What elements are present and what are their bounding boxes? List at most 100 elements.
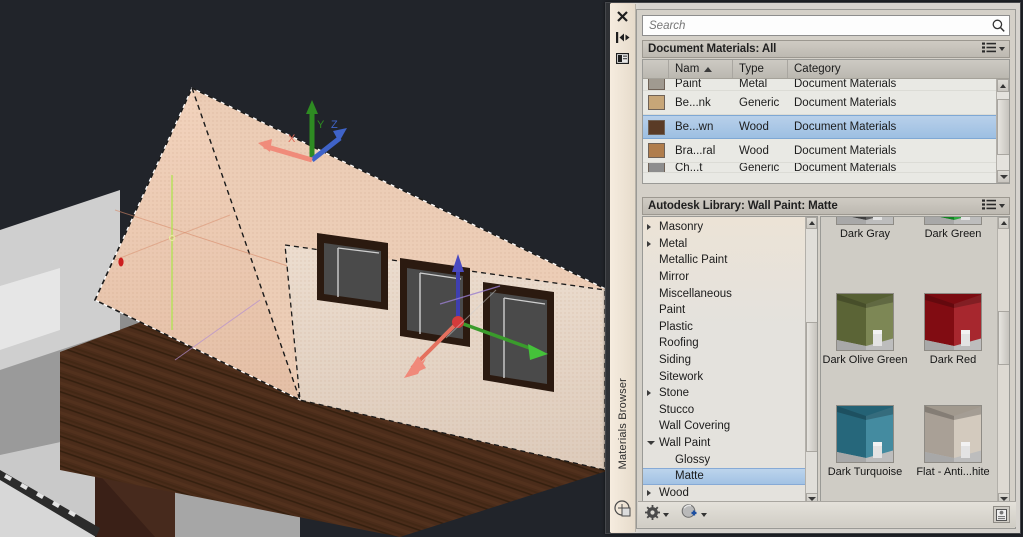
create-material-button[interactable] xyxy=(681,504,707,525)
material-thumbnail-cell[interactable]: Flat - Anti...hite xyxy=(909,405,997,479)
tree-item-label: Siding xyxy=(659,354,691,367)
document-materials-header[interactable]: Document Materials: All xyxy=(642,40,1010,58)
material-thumbnail-image[interactable] xyxy=(836,217,894,225)
tree-item-label: Stucco xyxy=(659,403,695,416)
sidebar-item-sitework[interactable]: Sitework xyxy=(643,368,817,385)
chevron-right-icon[interactable] xyxy=(647,489,651,496)
document-materials-title: Document Materials: All xyxy=(648,43,777,55)
scrollbar-thumb[interactable] xyxy=(806,322,817,452)
sidebar-item-metallic-paint[interactable]: Metallic Paint xyxy=(643,252,817,269)
sidebar-item-stone[interactable]: Stone xyxy=(643,385,817,402)
material-thumbnail-image[interactable] xyxy=(924,217,982,225)
gear-icon[interactable] xyxy=(645,504,660,525)
material-thumbnail-image[interactable] xyxy=(836,405,894,463)
sidebar-item-plastic[interactable]: Plastic xyxy=(643,319,817,336)
library-grid-scrollbar[interactable] xyxy=(997,217,1009,505)
chevron-down-icon[interactable] xyxy=(701,512,707,517)
tree-item-label: Plastic xyxy=(659,320,693,333)
material-thumbnail-cell[interactable]: Dark Red xyxy=(909,293,997,367)
list-view-icon[interactable] xyxy=(982,40,996,58)
sidebar-item-wall-paint[interactable]: Wall Paint xyxy=(643,435,817,452)
sidebar-item-siding[interactable]: Siding xyxy=(643,352,817,369)
search-box[interactable] xyxy=(642,15,1010,36)
close-icon[interactable] xyxy=(613,7,633,25)
sidebar-item-glossy[interactable]: Glossy xyxy=(643,451,817,468)
tree-item-label: Miscellaneous xyxy=(659,287,732,300)
library-tree-scrollbar[interactable] xyxy=(805,217,817,505)
material-thumbnail-image[interactable] xyxy=(924,405,982,463)
tree-item-label: Masonry xyxy=(659,221,704,234)
material-type: Generic xyxy=(739,163,780,173)
sidebar-item-masonry[interactable]: Masonry xyxy=(643,219,817,236)
sidebar-item-matte[interactable]: Matte xyxy=(643,467,817,485)
search-icon[interactable] xyxy=(987,19,1009,32)
tree-item-label: Wood xyxy=(659,486,689,499)
chevron-down-icon[interactable] xyxy=(999,204,1005,208)
chevron-down-icon[interactable] xyxy=(647,441,655,446)
tree-twisty[interactable] xyxy=(647,240,659,247)
material-thumbnail-label: Dark Olive Green xyxy=(822,354,908,366)
column-category[interactable]: Category xyxy=(788,60,1009,78)
tree-twisty[interactable] xyxy=(647,224,659,231)
table-row[interactable]: Be...wn Wood Document Materials xyxy=(643,115,1009,139)
manage-settings-button[interactable] xyxy=(645,504,669,525)
sidebar-item-miscellaneous[interactable]: Miscellaneous xyxy=(643,285,817,302)
sidebar-item-wall-covering[interactable]: Wall Covering xyxy=(643,418,817,435)
material-category: Document Materials xyxy=(794,121,897,133)
search-input[interactable] xyxy=(643,19,987,32)
materials-browser-palette[interactable]: Materials Browser Document Materials: Al xyxy=(605,2,1021,534)
material-type: Wood xyxy=(739,121,769,133)
scrollbar-thumb[interactable] xyxy=(998,311,1009,365)
palette-menu-icon[interactable] xyxy=(614,499,632,522)
material-thumbnail-image[interactable] xyxy=(924,293,982,351)
autodesk-library-header[interactable]: Autodesk Library: Wall Paint: Matte xyxy=(642,197,1010,215)
library-tree-nodes: Masonry Metal Metallic Paint Mirror Miscella… xyxy=(643,217,817,501)
toggle-preview-button[interactable] xyxy=(993,506,1010,523)
scroll-down-button[interactable] xyxy=(997,170,1009,183)
column-name[interactable]: Nam xyxy=(669,60,733,78)
document-list-scrollbar[interactable] xyxy=(996,79,1009,183)
table-row[interactable]: Ch...t Generic Document Materials xyxy=(643,163,1009,173)
scroll-up-button[interactable] xyxy=(998,217,1009,229)
tree-item-label: Metallic Paint xyxy=(659,254,728,267)
sidebar-item-stucco[interactable]: Stucco xyxy=(643,402,817,419)
chevron-down-icon[interactable] xyxy=(663,512,669,517)
material-thumbnail-cell[interactable]: Dark Green xyxy=(909,217,997,241)
column-type[interactable]: Type xyxy=(733,60,788,78)
material-thumbnail-label: Dark Gray xyxy=(839,228,891,240)
library-material-grid[interactable]: Dark Gray Dark Green Dark Olive Green Dark … xyxy=(820,216,1010,506)
material-thumbnail-cell[interactable]: Dark Gray xyxy=(821,217,909,241)
tree-twisty[interactable] xyxy=(647,390,659,397)
library-category-tree[interactable]: Masonry Metal Metallic Paint Mirror Miscella… xyxy=(642,216,818,506)
panel-properties-icon[interactable] xyxy=(613,49,633,67)
material-thumbnail-cell[interactable]: Dark Olive Green xyxy=(821,293,909,367)
material-thumbnail-cell[interactable]: Dark Turquoise xyxy=(821,405,909,479)
document-materials-list[interactable]: Nam Type Category Paint Metal Document Mat… xyxy=(642,59,1010,184)
sidebar-item-roofing[interactable]: Roofing xyxy=(643,335,817,352)
tree-item-label: Sitework xyxy=(659,370,704,383)
svg-text:Y: Y xyxy=(317,119,325,131)
sidebar-item-metal[interactable]: Metal xyxy=(643,236,817,253)
auto-hide-icon[interactable] xyxy=(613,28,633,46)
table-row[interactable]: Be...nk Generic Document Materials xyxy=(643,91,1009,115)
chevron-right-icon[interactable] xyxy=(647,240,651,247)
tree-twisty[interactable] xyxy=(647,441,659,446)
chevron-right-icon[interactable] xyxy=(647,224,651,231)
tree-twisty[interactable] xyxy=(647,489,659,496)
sidebar-item-wood[interactable]: Wood xyxy=(643,485,817,502)
scroll-up-button[interactable] xyxy=(806,217,817,229)
chevron-right-icon[interactable] xyxy=(647,390,651,397)
list-view-icon[interactable] xyxy=(982,197,996,215)
table-row[interactable]: Bra...ral Wood Document Materials xyxy=(643,139,1009,163)
sidebar-item-paint[interactable]: Paint xyxy=(643,302,817,319)
material-category: Document Materials xyxy=(794,96,897,109)
material-thumbnail-image[interactable] xyxy=(836,293,894,351)
new-material-sphere-icon[interactable] xyxy=(681,504,698,525)
scroll-up-button[interactable] xyxy=(997,79,1009,92)
preview-panel-icon[interactable] xyxy=(993,506,1010,523)
chevron-down-icon[interactable] xyxy=(999,47,1005,51)
scrollbar-thumb[interactable] xyxy=(997,99,1009,155)
sidebar-item-mirror[interactable]: Mirror xyxy=(643,269,817,286)
table-row[interactable]: Paint Metal Document Materials xyxy=(643,79,1009,91)
sort-ascending-icon xyxy=(704,66,713,72)
